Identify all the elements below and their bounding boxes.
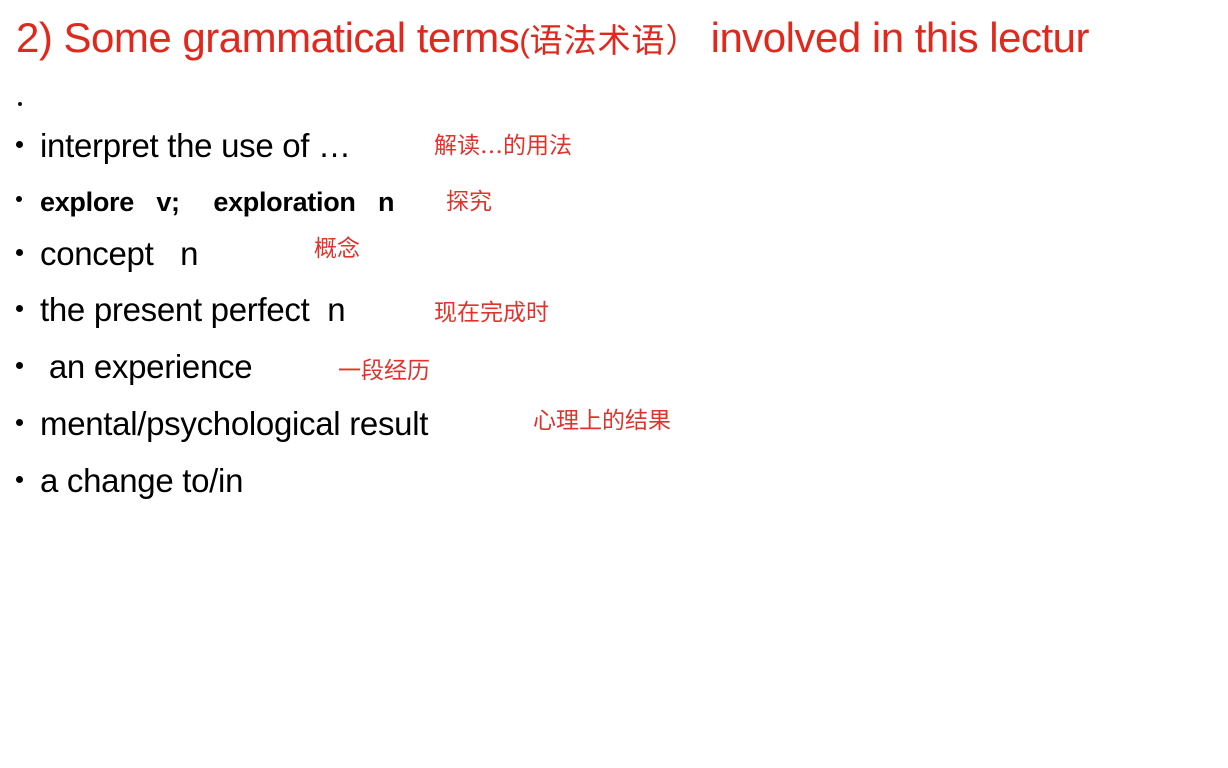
gloss-text: 现在完成时 [434,300,549,326]
gloss-text: 一段经历 [338,358,430,384]
title-chinese: 语法术语 [529,21,666,60]
term-text: concept n [40,235,199,272]
bullet-icon [16,419,23,426]
term-text: the present perfect n [40,291,346,328]
bullet-icon [16,305,23,312]
bullet-icon [16,476,23,483]
title-close-paren: ） [665,21,700,60]
term-text: interpret the use of … [40,127,351,164]
slide: 2) Some grammatical terms(语法术语） involved… [0,0,1228,768]
bullet-icon [16,362,23,369]
gloss-text: 解读…的用法 [434,133,572,159]
gloss-text: 探究 [446,189,492,215]
term-text: an experience [40,348,253,385]
term-text: mental/psychological result [40,405,429,442]
slide-title: 2) Some grammatical terms(语法术语） involved… [16,12,1089,67]
title-suffix: involved in this lectur [699,14,1090,61]
gloss-text: 心理上的结果 [533,408,671,434]
term-text: explore v; exploration n [40,187,395,217]
stray-dot-mark [18,102,22,106]
title-open-paren: ( [519,23,530,59]
bullet-icon [16,249,23,256]
bullet-icon [16,141,23,148]
bullet-icon [16,196,22,202]
gloss-text: 概念 [314,236,360,262]
title-prefix: 2) Some grammatical terms [16,14,520,61]
term-text: a change to/in [40,462,244,499]
